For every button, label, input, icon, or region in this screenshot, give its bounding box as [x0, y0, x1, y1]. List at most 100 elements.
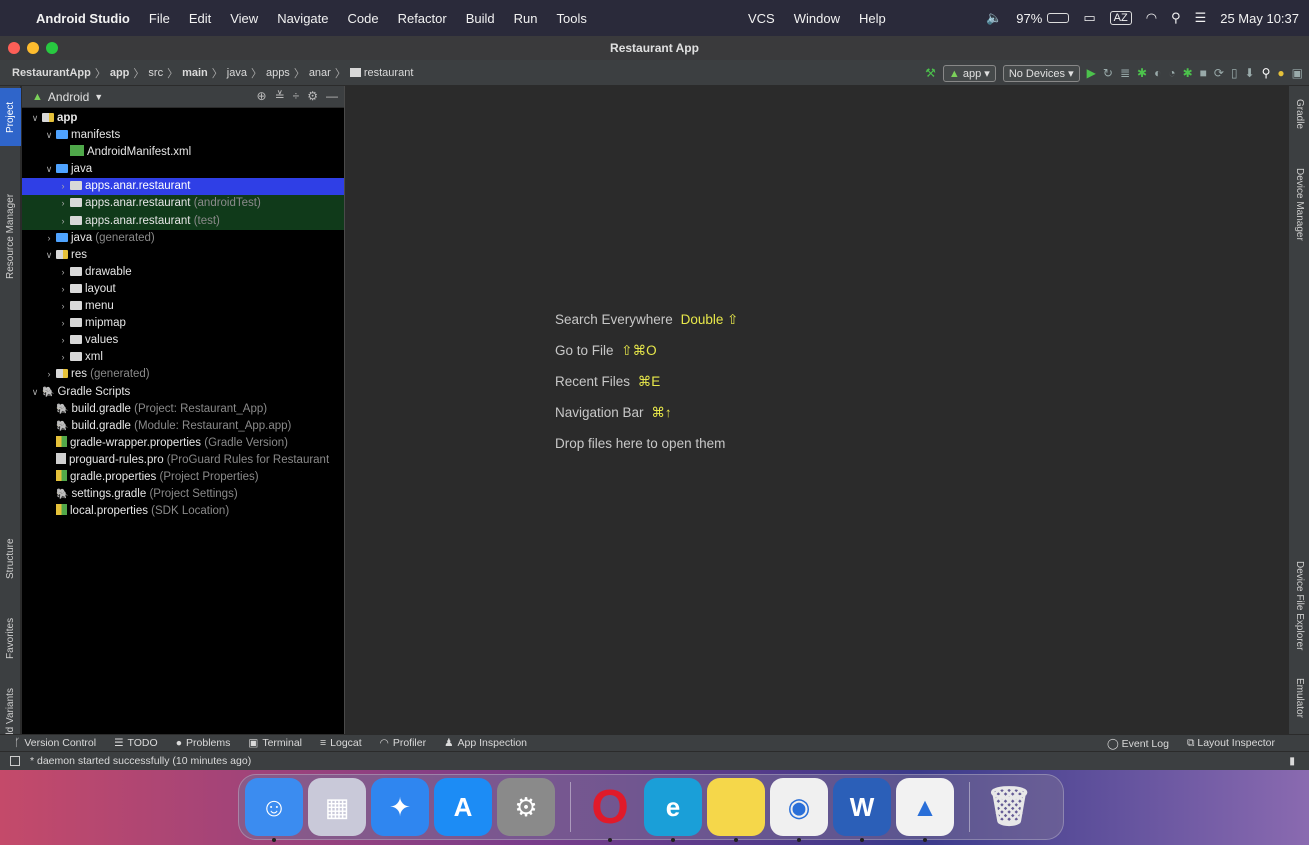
status-message[interactable]: * daemon started successfully (10 minute… — [30, 755, 251, 767]
finder-icon[interactable]: ☺ — [245, 778, 303, 842]
stop-icon[interactable]: ■ — [1200, 66, 1207, 80]
tree-item[interactable]: › apps.anar.restaurant (androidTest) — [22, 195, 344, 213]
device-manager-icon[interactable]: ▯ — [1231, 66, 1238, 80]
breadcrumb-src[interactable]: src — [148, 67, 163, 79]
menu-view[interactable]: View — [230, 11, 258, 26]
display-icon[interactable]: ▭ — [1083, 10, 1095, 26]
tree-item[interactable]: 🐘 build.gradle (Module: Restaurant_App.ap… — [22, 418, 344, 435]
tab-device-manager[interactable]: Device Manager — [1289, 154, 1309, 254]
tree-item[interactable]: ∨ res — [22, 247, 344, 264]
hide-panel-icon[interactable]: — — [326, 89, 338, 103]
menu-file[interactable]: File — [149, 11, 170, 26]
tab-profiler[interactable]: ◠ Profiler — [380, 737, 426, 749]
tab-favorites[interactable]: Favorites — [0, 606, 21, 671]
chevron-right-icon[interactable]: › — [56, 178, 70, 195]
wifi-icon[interactable]: ◠ — [1146, 10, 1157, 26]
control-center-icon[interactable]: ☰ — [1195, 10, 1207, 26]
apply-changes-icon[interactable]: ↻ — [1103, 66, 1113, 80]
menu-navigate[interactable]: Navigate — [277, 11, 328, 26]
debug-icon[interactable]: ✱ — [1137, 66, 1147, 80]
app-menu[interactable]: Android Studio — [36, 11, 130, 26]
battery-indicator[interactable]: 97% — [1016, 11, 1070, 26]
menu-code[interactable]: Code — [348, 11, 379, 26]
tab-structure[interactable]: Structure — [0, 526, 21, 591]
build-hammer-icon[interactable]: ⚒ — [925, 66, 936, 80]
tree-item[interactable]: › java (generated) — [22, 230, 344, 247]
sdk-manager-icon[interactable]: ⬇ — [1245, 66, 1255, 80]
tree-item[interactable]: local.properties (SDK Location) — [22, 503, 344, 520]
tab-event-log[interactable]: ◯ Event Log — [1107, 738, 1169, 750]
tree-item[interactable]: AndroidManifest.xml — [22, 144, 344, 161]
volume-icon[interactable]: 🔈 — [986, 10, 1002, 26]
tab-terminal[interactable]: ▣ Terminal — [248, 737, 302, 749]
tree-item[interactable]: gradle.properties (Project Properties) — [22, 469, 344, 486]
tab-gradle[interactable]: Gradle — [1289, 88, 1309, 140]
editor-empty-area[interactable]: Search Everywhere Double ⇧ Go to File ⇧⌘O… — [346, 86, 1287, 734]
run-config-select[interactable]: ▲ app ▾ — [942, 64, 996, 82]
tree-item[interactable]: gradle-wrapper.properties (Gradle Versio… — [22, 435, 344, 452]
project-view-select[interactable]: Android — [48, 90, 89, 104]
tree-item[interactable]: 🐘 settings.gradle (Project Settings) — [22, 486, 344, 503]
tab-layout-inspector[interactable]: ⧉ Layout Inspector — [1187, 737, 1275, 750]
breadcrumb-restaurant[interactable]: restaurant — [364, 67, 414, 79]
safari-icon[interactable]: ✦ — [371, 778, 429, 836]
menu-edit[interactable]: Edit — [189, 11, 211, 26]
chevron-down-icon[interactable]: ∨ — [42, 247, 56, 264]
spotlight-search-icon[interactable]: ⚲ — [1171, 10, 1181, 26]
tree-item[interactable]: › xml — [22, 349, 344, 366]
tree-item[interactable]: ∨ java — [22, 161, 344, 178]
tab-version-control[interactable]: ᚴ Version Control — [14, 737, 96, 749]
close-window-button[interactable] — [8, 42, 20, 54]
tab-resource-manager[interactable]: Resource Manager — [0, 186, 21, 286]
chrome-icon[interactable]: ◉ — [770, 778, 828, 842]
menu-tools[interactable]: Tools — [557, 11, 587, 26]
avatar-icon[interactable]: ● — [1277, 66, 1284, 80]
chevron-down-icon[interactable]: ∨ — [42, 161, 56, 178]
chevron-down-icon[interactable]: ∨ — [28, 110, 42, 127]
breadcrumb-anar[interactable]: anar — [309, 67, 331, 79]
chevron-down-icon[interactable]: ▼ — [94, 92, 103, 102]
notes-icon[interactable] — [707, 778, 765, 842]
breadcrumb-java[interactable]: java — [227, 67, 247, 79]
input-source-indicator[interactable]: AZ — [1109, 11, 1132, 25]
chevron-right-icon[interactable]: › — [56, 264, 70, 281]
apply-code-changes-icon[interactable]: ≣ — [1120, 66, 1130, 80]
tree-item[interactable]: ∨ 🐘 Gradle Scripts — [22, 384, 344, 401]
gear-icon[interactable]: ⚙ — [307, 89, 318, 103]
tree-item[interactable]: ∨ app — [22, 110, 344, 127]
menu-help[interactable]: Help — [859, 11, 886, 26]
menu-run[interactable]: Run — [514, 11, 538, 26]
chevron-down-icon[interactable]: ∨ — [28, 384, 42, 401]
chevron-right-icon[interactable]: › — [56, 213, 70, 230]
chevron-right-icon[interactable]: › — [56, 315, 70, 332]
trash-icon[interactable]: 🗑 — [980, 778, 1038, 836]
chevron-down-icon[interactable]: ∨ — [42, 127, 56, 144]
tree-item[interactable]: › layout — [22, 281, 344, 298]
opera-icon[interactable]: O — [581, 778, 639, 842]
chevron-right-icon[interactable]: › — [56, 332, 70, 349]
tab-emulator[interactable]: Emulator — [1289, 666, 1309, 731]
tree-item[interactable]: ∨ manifests — [22, 127, 344, 144]
tree-item[interactable]: › res (generated) — [22, 366, 344, 383]
chevron-right-icon[interactable]: › — [56, 298, 70, 315]
edge-icon[interactable]: e — [644, 778, 702, 842]
minimize-window-button[interactable] — [27, 42, 39, 54]
settings-icon[interactable]: ▣ — [1292, 66, 1303, 80]
menu-build[interactable]: Build — [466, 11, 495, 26]
expand-all-icon[interactable]: ≚ — [275, 89, 285, 103]
chevron-right-icon[interactable]: › — [42, 230, 56, 247]
search-icon[interactable]: ⚲ — [1262, 66, 1271, 80]
lock-icon[interactable]: ▮ — [1289, 755, 1295, 767]
menu-vcs[interactable]: VCS — [748, 11, 775, 26]
menu-window[interactable]: Window — [794, 11, 840, 26]
appstore-icon[interactable]: A — [434, 778, 492, 836]
settings-icon[interactable]: ⚙ — [497, 778, 555, 836]
breadcrumb-app[interactable]: app — [110, 67, 130, 79]
tree-item[interactable]: › apps.anar.restaurant (test) — [22, 212, 344, 230]
zoom-window-button[interactable] — [46, 42, 58, 54]
tab-project[interactable]: Project — [0, 88, 21, 146]
android-studio-icon[interactable]: ▲ — [896, 778, 954, 842]
tree-item[interactable]: proguard-rules.pro (ProGuard Rules for R… — [22, 452, 344, 469]
coverage-icon[interactable]: ◐ — [1154, 66, 1161, 80]
breadcrumb-project[interactable]: RestaurantApp — [12, 67, 91, 79]
